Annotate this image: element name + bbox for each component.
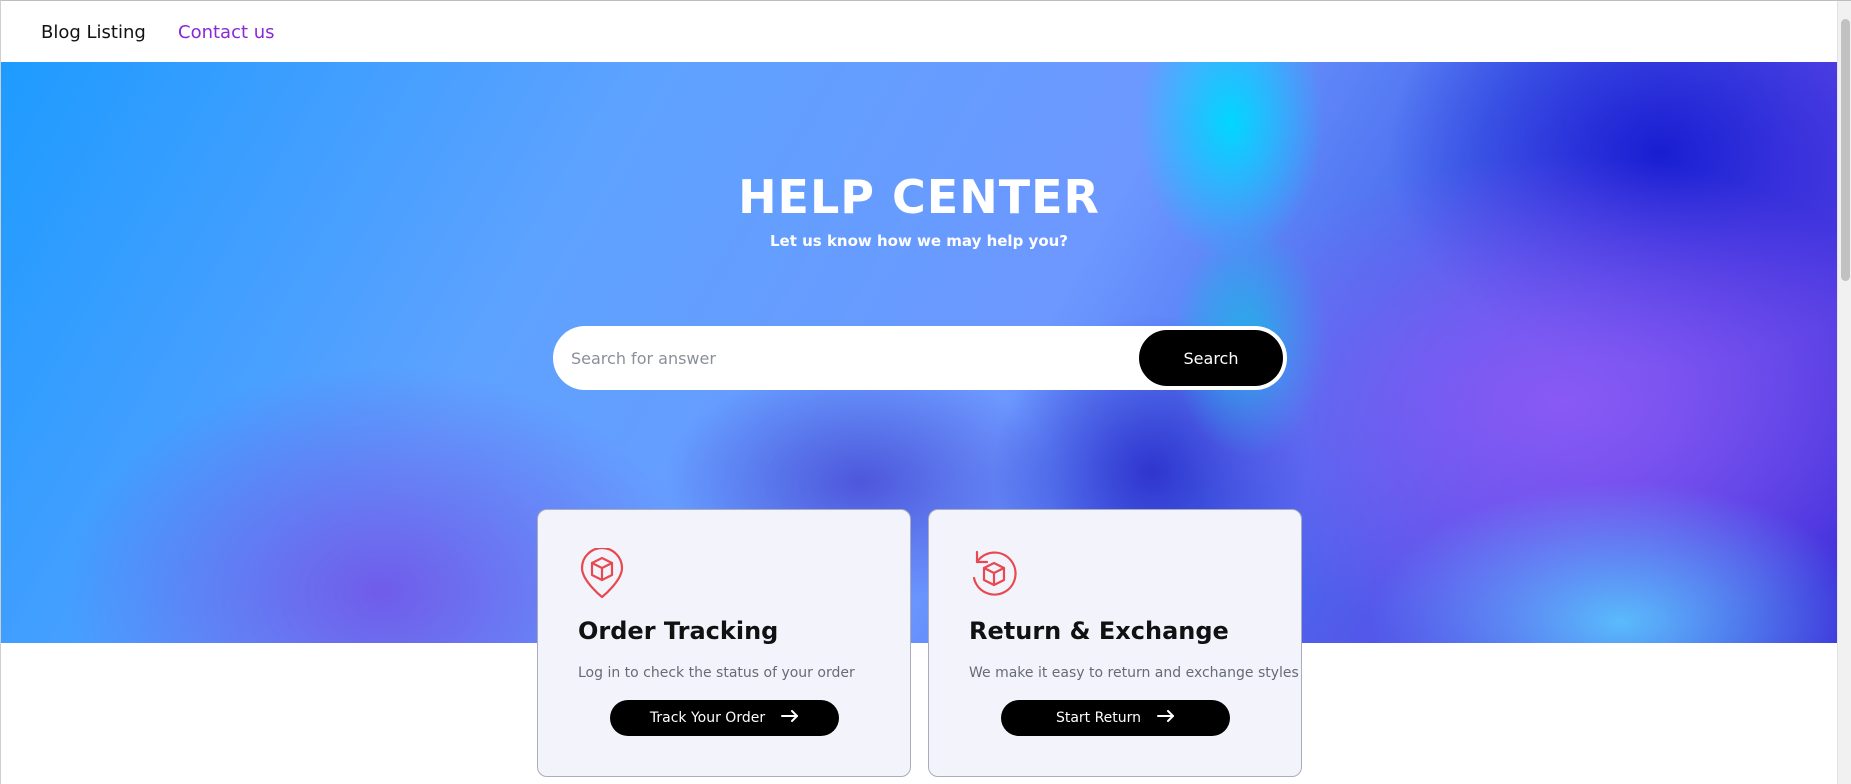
page-title: HELP CENTER (738, 170, 1100, 224)
top-nav: Blog Listing Contact us (1, 1, 1837, 62)
card-title: Order Tracking (578, 617, 779, 645)
page: Blog Listing Contact us HELP CENTER Let … (0, 0, 1851, 784)
nav-link-blog-listing[interactable]: Blog Listing (41, 22, 146, 43)
return-exchange-card: Return & Exchange We make it easy to ret… (928, 509, 1302, 777)
track-your-order-button[interactable]: Track Your Order (610, 700, 839, 736)
button-label: Track Your Order (649, 710, 766, 726)
scrollbar-thumb[interactable] (1841, 19, 1850, 281)
search-input[interactable] (571, 326, 1131, 390)
location-box-icon (578, 546, 626, 600)
hero-banner: HELP CENTER Let us know how we may help … (1, 62, 1837, 643)
card-description: We make it easy to return and exchange s… (969, 665, 1299, 681)
page-scrollbar[interactable] (1837, 1, 1851, 784)
arrow-right-icon (1157, 710, 1175, 726)
nav-link-contact-us[interactable]: Contact us (178, 22, 275, 43)
order-tracking-card: Order Tracking Log in to check the statu… (537, 509, 911, 777)
return-box-icon (969, 548, 1017, 600)
card-description: Log in to check the status of your order (578, 665, 855, 681)
search-bar: Search (553, 326, 1287, 390)
start-return-button[interactable]: Start Return (1001, 700, 1230, 736)
button-label: Start Return (1055, 710, 1142, 726)
arrow-right-icon (781, 710, 799, 726)
page-subtitle: Let us know how we may help you? (769, 232, 1068, 250)
card-title: Return & Exchange (969, 617, 1229, 645)
search-button[interactable]: Search (1139, 330, 1283, 386)
